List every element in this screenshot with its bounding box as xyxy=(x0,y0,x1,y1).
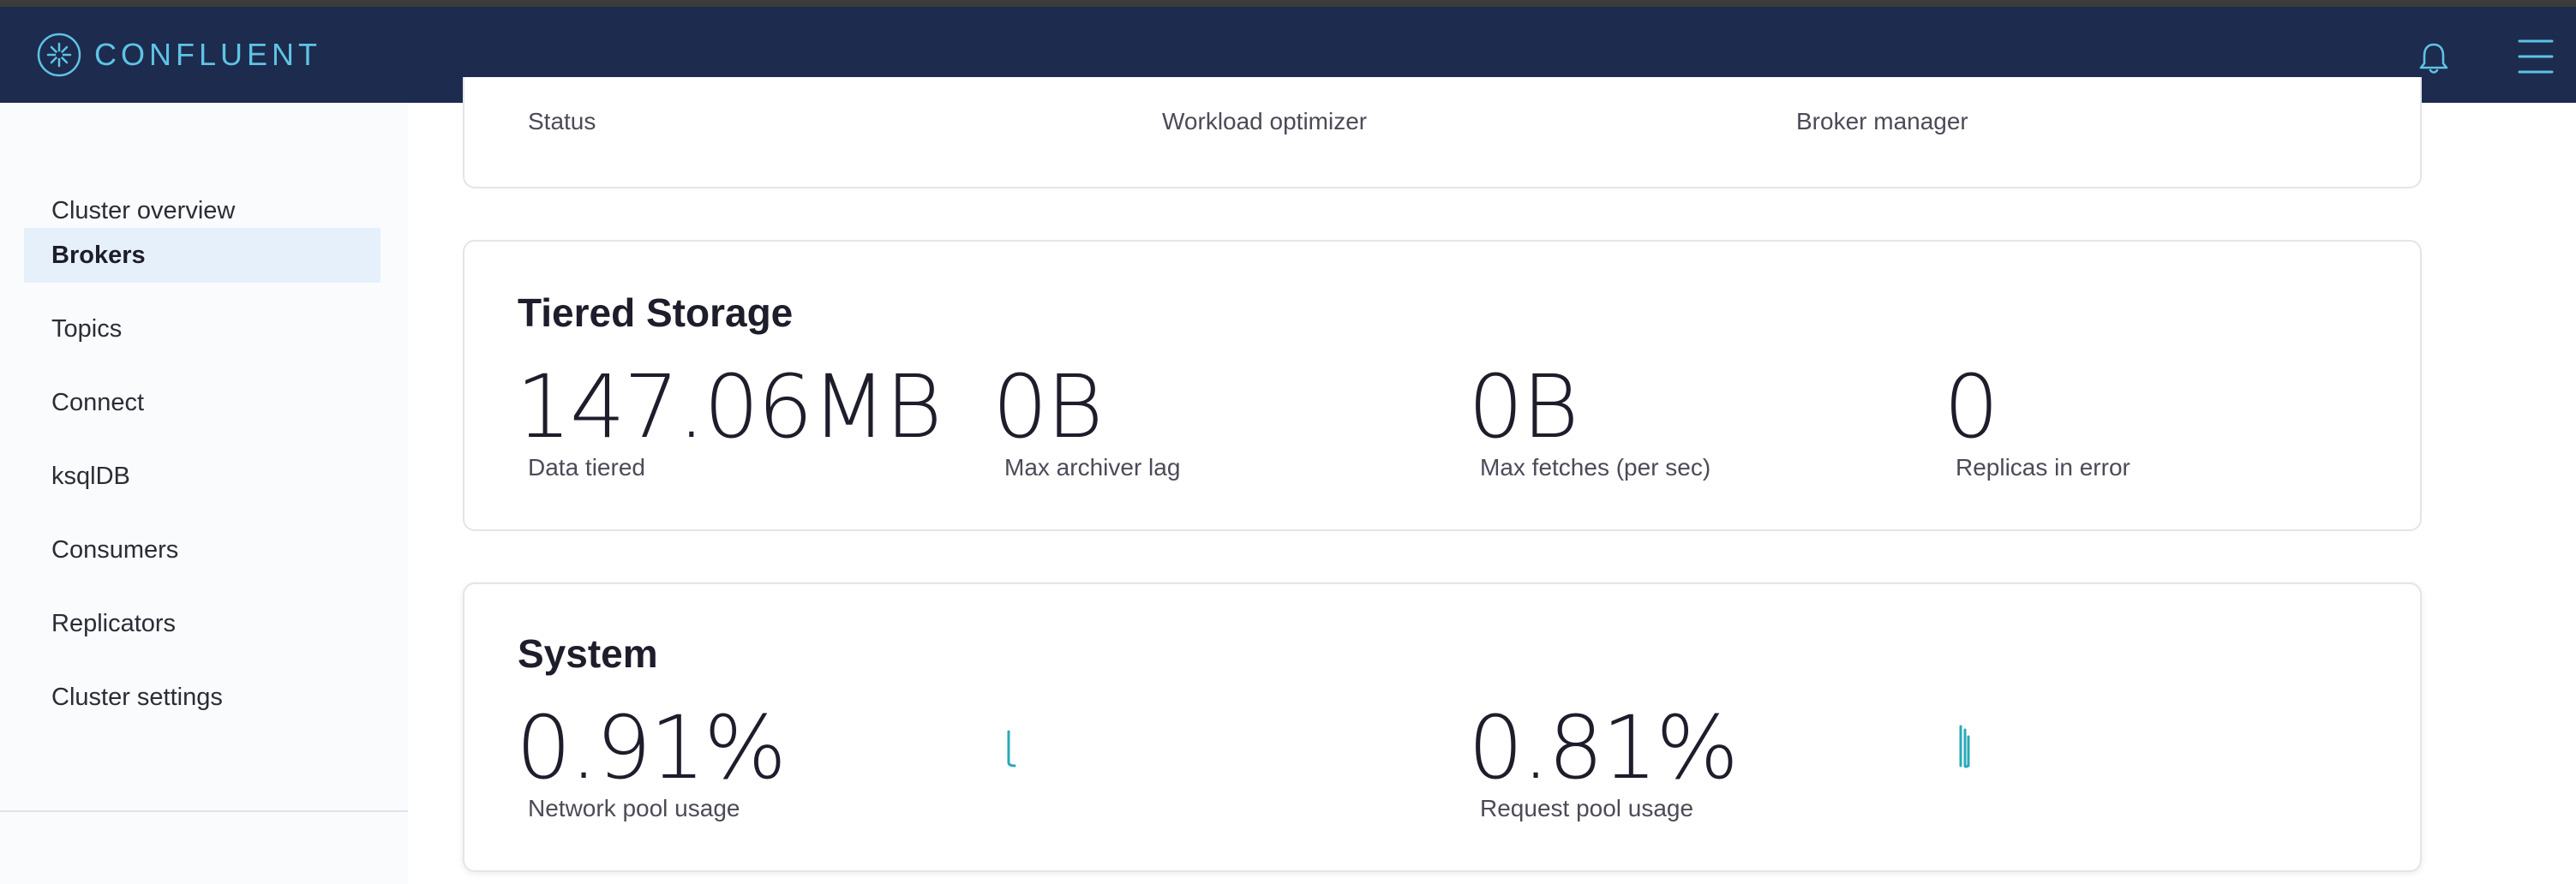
hamburger-menu-icon xyxy=(2518,39,2554,74)
main-menu-button[interactable] xyxy=(2516,33,2555,81)
sidebar-item-label: Cluster overview xyxy=(51,196,236,224)
system-card: System 0.91% Network pool usage 0.81% Re… xyxy=(463,582,2422,872)
sidebar-item-label: Connect xyxy=(51,388,145,416)
sidebar-item-connect[interactable]: Connect xyxy=(24,375,380,430)
sidebar-item-replicators[interactable]: Replicators xyxy=(24,596,380,651)
sidebar-divider xyxy=(0,810,408,812)
network-pool-usage-value: 0.91% xyxy=(516,697,787,799)
request-pool-usage-value: 0.81% xyxy=(1468,697,1739,799)
replicas-in-error-label: Replicas in error xyxy=(1956,454,2130,481)
tiered-storage-card: Tiered Storage 147.06MB Data tiered 0B M… xyxy=(463,240,2422,531)
max-fetches-value: 0B xyxy=(1468,356,1579,458)
tiered-storage-title: Tiered Storage xyxy=(518,290,794,335)
sidebar-item-label: Replicators xyxy=(51,609,177,637)
bell-icon xyxy=(2419,43,2448,74)
network-pool-usage-label: Network pool usage xyxy=(528,795,740,821)
system-title: System xyxy=(518,631,658,676)
request-pool-usage-label: Request pool usage xyxy=(1480,795,1694,821)
max-fetches-label: Max fetches (per sec) xyxy=(1480,454,1711,481)
brand-logo[interactable]: CONFLUENT xyxy=(36,31,321,79)
sidebar-item-label: Cluster settings xyxy=(51,683,223,711)
window-top-strip xyxy=(0,0,2576,7)
notifications-button[interactable] xyxy=(2415,39,2453,77)
request-pool-sparkline[interactable] xyxy=(1956,720,1976,771)
sidebar: Cluster overview Brokers Topics Connect … xyxy=(0,103,408,884)
data-tiered-value: 147.06MB xyxy=(516,356,943,458)
max-archiver-lag-value: 0B xyxy=(992,356,1104,458)
sidebar-item-label: Topics xyxy=(51,314,123,343)
sidebar-item-label: Brokers xyxy=(51,241,146,269)
max-archiver-lag-label: Max archiver lag xyxy=(1004,454,1181,481)
workload-optimizer-label[interactable]: Workload optimizer xyxy=(1162,108,1367,135)
sidebar-item-cluster-settings[interactable]: Cluster settings xyxy=(24,670,380,725)
sidebar-item-ksqldb[interactable]: ksqlDB xyxy=(24,449,380,504)
data-tiered-label: Data tiered xyxy=(528,454,645,481)
sidebar-item-label: Consumers xyxy=(51,535,179,564)
confluent-star-icon xyxy=(37,33,81,77)
sidebar-item-topics[interactable]: Topics xyxy=(24,302,380,356)
broker-manager-label[interactable]: Broker manager xyxy=(1796,108,1968,135)
network-pool-sparkline[interactable] xyxy=(1004,728,1025,771)
sidebar-item-brokers[interactable]: Brokers xyxy=(24,228,380,283)
status-card: Status Workload optimizer Broker manager xyxy=(463,77,2422,188)
status-label[interactable]: Status xyxy=(528,108,596,135)
replicas-in-error-value: 0 xyxy=(1944,356,1999,458)
brand-name: CONFLUENT xyxy=(94,37,322,72)
sidebar-item-consumers[interactable]: Consumers xyxy=(24,523,380,577)
sidebar-item-label: ksqlDB xyxy=(51,462,130,490)
